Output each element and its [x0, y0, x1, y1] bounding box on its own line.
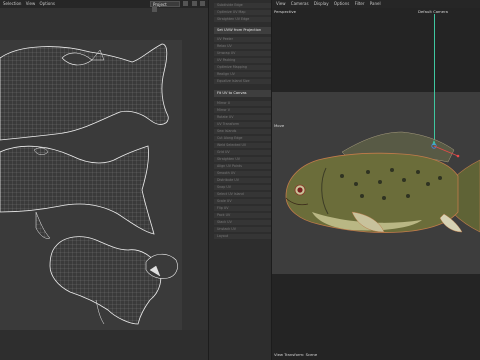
cmd-label: Mirror V [217, 108, 231, 112]
uv-islands[interactable] [0, 0, 208, 360]
cmd-label: Unwrap UV [217, 51, 236, 55]
cmd-label: Fit UV to Canvas [217, 91, 247, 95]
cmd-item-13[interactable]: Mirror V [214, 108, 271, 113]
cmd-label: Distribute UV [217, 178, 239, 182]
uv-island-head[interactable] [49, 236, 178, 325]
cmd-item-set-uvw[interactable]: Set UVW from Projection [214, 27, 271, 34]
commands-panel: Subdivide Edge Optimize UV Map Straighte… [208, 0, 478, 360]
cmd-label: Straighten UV Edge [217, 17, 250, 21]
cmd-label: Smooth UV [217, 171, 236, 175]
cmd-item-28[interactable]: Pack UV [214, 213, 271, 218]
cmd-item-6[interactable]: Unwrap UV [214, 51, 271, 56]
cmd-item-0[interactable]: Subdivide Edge [214, 3, 271, 8]
uv-island-body-middle[interactable] [0, 145, 155, 239]
cmd-item-17[interactable]: Cut Along Edge [214, 136, 271, 141]
cmd-label: Layout [217, 234, 229, 238]
cmd-label: Pack UV [217, 213, 231, 217]
cmd-label: Flip UV [217, 206, 229, 210]
cmd-label: Snap UV [217, 185, 232, 189]
cmd-label: Realign UV [217, 72, 235, 76]
cmd-item-31[interactable]: Layout [214, 234, 271, 239]
cmd-label: Unstack UV [217, 227, 236, 231]
cmd-label: Scale UV [217, 199, 232, 203]
cmd-label: UV Peeler [217, 37, 233, 41]
cmd-label: UV Packing [217, 58, 236, 62]
cmd-item-22[interactable]: Smooth UV [214, 171, 271, 176]
cmd-label: Optimize UV Map [217, 10, 246, 14]
cmd-item-19[interactable]: Grid UV [214, 150, 271, 155]
cmd-item-12[interactable]: Mirror U [214, 101, 271, 106]
cmd-item-24[interactable]: Snap UV [214, 185, 271, 190]
fish-model[interactable] [272, 0, 480, 360]
cmd-item-23[interactable]: Distribute UV [214, 178, 271, 183]
cmd-item-14[interactable]: Rotate UV [214, 115, 271, 120]
cmd-item-21[interactable]: Align UV Points [214, 164, 271, 169]
cmd-label: Grid UV [217, 150, 230, 154]
cmd-item-18[interactable]: Weld Selected UV [214, 143, 271, 148]
cmd-label: Sew Islands [217, 129, 237, 133]
cmd-label: Cut Along Edge [217, 136, 243, 140]
cmd-label: Rotate UV [217, 115, 234, 119]
cmd-item-15[interactable]: UV Transform [214, 122, 271, 127]
cmd-label: Stack UV [217, 220, 232, 224]
viewport-panel: View Cameras Display Options Filter Pane… [272, 0, 480, 360]
cmd-item-fit-uv[interactable]: Fit UV to Canvas [214, 90, 271, 97]
cmd-item-27[interactable]: Flip UV [214, 206, 271, 211]
cmd-label: UV Transform [217, 122, 240, 126]
cmd-item-9[interactable]: Realign UV [214, 72, 271, 77]
uv-island-body-top[interactable] [0, 43, 169, 141]
cmd-item-29[interactable]: Stack UV [214, 220, 271, 225]
cmd-label: Optimize Mapping [217, 65, 247, 69]
cmd-item-4[interactable]: UV Peeler [214, 37, 271, 42]
cmd-item-5[interactable]: Relax UV [214, 44, 271, 49]
cmd-item-2[interactable]: Straighten UV Edge [214, 17, 271, 22]
cmd-item-30[interactable]: Unstack UV [214, 227, 271, 232]
cmd-label: Relax UV [217, 44, 232, 48]
gizmo-x-handle[interactable] [456, 154, 460, 158]
cmd-item-16[interactable]: Sew Islands [214, 129, 271, 134]
cmd-label: Weld Selected UV [217, 143, 247, 147]
cmd-label: Straighten UV [217, 157, 240, 161]
cmd-item-25[interactable]: Select UV Island [214, 192, 271, 197]
cmd-item-7[interactable]: UV Packing [214, 58, 271, 63]
cmd-label: Set UVW from Projection [217, 28, 262, 32]
cmd-item-20[interactable]: Straighten UV [214, 157, 271, 162]
cmd-label: Subdivide Edge [217, 3, 243, 7]
uv-editor-panel: Selection View Options Project [0, 0, 208, 360]
cmd-label: Align UV Points [217, 164, 242, 168]
cmd-label: Select UV Island [217, 192, 244, 196]
cmd-item-8[interactable]: Optimize Mapping [214, 65, 271, 70]
cmd-item-10[interactable]: Equalize Island Size [214, 79, 271, 84]
cmd-label: Equalize Island Size [217, 79, 250, 83]
cmd-item-26[interactable]: Scale UV [214, 199, 271, 204]
cmd-label: Mirror U [217, 101, 231, 105]
fish-pupil [297, 187, 303, 193]
cmd-item-1[interactable]: Optimize UV Map [214, 10, 271, 15]
